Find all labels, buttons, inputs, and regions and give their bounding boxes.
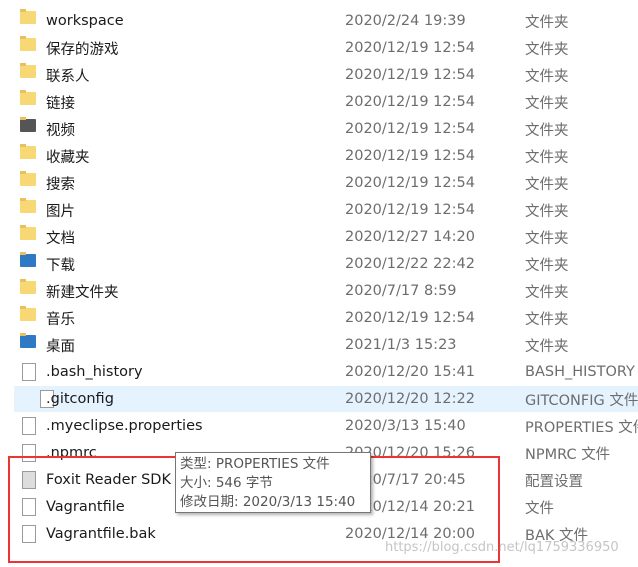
file-type: 文件夹	[525, 68, 569, 85]
tooltip-modified: 修改日期: 2020/3/13 15:40	[180, 494, 356, 510]
file-name: 新建文件夹	[46, 284, 119, 301]
tooltip-size: 大小: 546 字节	[180, 475, 273, 491]
file-date: 2020/12/19 12:54	[345, 310, 475, 326]
file-row[interactable]: 音乐 2020/12/19 12:54 文件夹	[0, 305, 638, 331]
file-row[interactable]: .gitconfig 2020/12/20 12:22 GITCONFIG 文件	[14, 386, 638, 412]
file-type: 文件夹	[525, 338, 569, 355]
file-row[interactable]: .bash_history 2020/12/20 15:41 BASH_HISTOR…	[0, 359, 638, 385]
file-name: 视频	[46, 122, 75, 139]
file-row[interactable]: 文档 2020/12/27 14:20 文件夹	[0, 224, 638, 250]
file-date: 2020/12/19 12:54	[345, 67, 475, 83]
file-date: 2020/2/24 19:39	[345, 13, 466, 29]
file-date: 2020/12/27 14:20	[345, 229, 475, 245]
file-row[interactable]: 视频 2020/12/19 12:54 文件夹	[0, 116, 638, 142]
file-date: 2020/12/20 12:22	[345, 391, 475, 407]
contacts-folder-icon	[20, 63, 36, 78]
file-name: 桌面	[46, 338, 75, 355]
file-date: 2020/12/19 12:54	[345, 40, 475, 56]
file-date: 2020/12/19 12:54	[345, 202, 475, 218]
favorites-folder-icon	[20, 144, 36, 159]
file-type: 文件夹	[525, 284, 569, 301]
file-row[interactable]: 保存的游戏 2020/12/19 12:54 文件夹	[0, 35, 638, 61]
file-date: 2020/12/19 12:54	[345, 94, 475, 110]
file-date: 2020/7/17 8:59	[345, 283, 457, 299]
file-date: 2020/12/20 15:41	[345, 364, 475, 380]
file-type: 文件夹	[525, 14, 569, 31]
desktop-folder-icon	[20, 333, 36, 348]
file-type: 文件夹	[525, 311, 569, 328]
file-name: 音乐	[46, 311, 75, 328]
file-icon	[22, 363, 36, 381]
file-type: 文件夹	[525, 176, 569, 193]
file-type: 文件夹	[525, 149, 569, 166]
folder-icon	[20, 9, 36, 24]
file-type: 文件夹	[525, 230, 569, 247]
file-date: 2020/12/19 12:54	[345, 175, 475, 191]
videos-folder-icon	[20, 117, 36, 132]
file-date: 2021/1/3 15:23	[345, 337, 457, 353]
file-date: 2020/3/13 15:40	[345, 418, 466, 434]
links-folder-icon	[20, 90, 36, 105]
file-name: .bash_history	[46, 364, 143, 380]
file-date: 2020/12/19 12:54	[345, 148, 475, 164]
file-row[interactable]: 桌面 2021/1/3 15:23 文件夹	[0, 332, 638, 358]
file-row[interactable]: workspace 2020/2/24 19:39 文件夹	[0, 8, 638, 34]
file-row[interactable]: .myeclipse.properties 2020/3/13 15:40 PROP…	[0, 413, 638, 439]
file-name: 图片	[46, 203, 75, 220]
saved-games-folder-icon	[20, 36, 36, 51]
file-type: 文件夹	[525, 41, 569, 58]
file-name: 保存的游戏	[46, 41, 119, 58]
file-row[interactable]: 链接 2020/12/19 12:54 文件夹	[0, 89, 638, 115]
file-date: 2020/12/22 22:42	[345, 256, 475, 272]
file-name: 联系人	[46, 68, 90, 85]
file-type: 文件夹	[525, 95, 569, 112]
file-type: 文件夹	[525, 203, 569, 220]
pictures-folder-icon	[20, 198, 36, 213]
music-folder-icon	[20, 306, 36, 321]
file-tooltip: 类型: PROPERTIES 文件 大小: 546 字节 修改日期: 2020/…	[175, 452, 371, 513]
file-type: 文件夹	[525, 122, 569, 139]
file-name: 链接	[46, 95, 75, 112]
file-name: 下载	[46, 257, 75, 274]
documents-folder-icon	[20, 225, 36, 240]
file-name: 文档	[46, 230, 75, 247]
file-row[interactable]: 搜索 2020/12/19 12:54 文件夹	[0, 170, 638, 196]
file-row[interactable]: 图片 2020/12/19 12:54 文件夹	[0, 197, 638, 223]
file-row[interactable]: 联系人 2020/12/19 12:54 文件夹	[0, 62, 638, 88]
folder-icon	[20, 279, 36, 294]
file-row[interactable]: 收藏夹 2020/12/19 12:54 文件夹	[0, 143, 638, 169]
tooltip-type: 类型: PROPERTIES 文件	[180, 456, 330, 472]
file-type: NPMRC 文件	[525, 446, 611, 463]
file-name: 收藏夹	[46, 149, 90, 166]
file-row[interactable]: 下载 2020/12/22 22:42 文件夹	[0, 251, 638, 277]
file-type: GITCONFIG 文件	[525, 392, 638, 409]
file-type: 配置设置	[525, 473, 583, 490]
file-name: .gitconfig	[46, 391, 114, 407]
file-name: .myeclipse.properties	[46, 418, 203, 434]
file-row[interactable]: 新建文件夹 2020/7/17 8:59 文件夹	[0, 278, 638, 304]
file-name: 搜索	[46, 176, 75, 193]
file-type: PROPERTIES 文件	[525, 419, 638, 436]
file-date: 2020/12/19 12:54	[345, 121, 475, 137]
file-type: 文件	[525, 500, 554, 517]
file-icon	[22, 417, 36, 435]
downloads-folder-icon	[20, 252, 36, 267]
file-type: 文件夹	[525, 257, 569, 274]
file-name: workspace	[46, 13, 124, 29]
searches-folder-icon	[20, 171, 36, 186]
watermark: https://blog.csdn.net/lq1759336950	[385, 540, 619, 555]
file-type: BASH_HISTORY	[525, 364, 635, 380]
